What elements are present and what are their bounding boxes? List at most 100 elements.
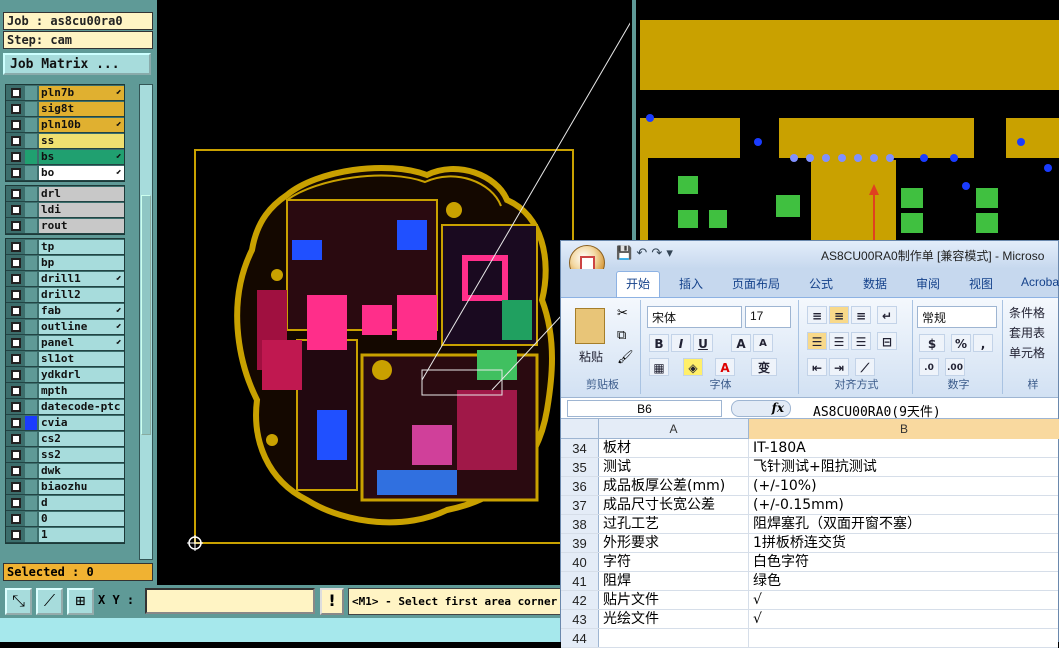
layer-label[interactable]: drill1 ⬋ <box>39 271 124 286</box>
number-format-field[interactable]: 常规 <box>917 306 997 328</box>
layer-label[interactable]: cs2 <box>39 431 124 446</box>
layer-checkbox[interactable] <box>11 513 21 524</box>
cell-b[interactable]: √ <box>749 610 1058 628</box>
font-color-icon[interactable]: A <box>715 358 735 376</box>
layer-row[interactable]: 0 <box>6 511 124 527</box>
layer-checkbox[interactable] <box>11 273 21 284</box>
decrease-indent-icon[interactable]: ⇤ <box>807 358 827 376</box>
layer-checkbox[interactable] <box>11 305 21 316</box>
layer-row[interactable]: ydkdrl <box>6 367 124 383</box>
layer-label[interactable]: datecode-ptc <box>39 399 124 414</box>
paste-icon[interactable] <box>575 308 605 344</box>
layer-row[interactable]: drill2 <box>6 287 124 303</box>
cell-a[interactable]: 测试 <box>599 458 749 476</box>
border-icon[interactable]: ▦ <box>649 358 669 376</box>
percent-icon[interactable]: % <box>951 334 971 352</box>
row-number[interactable]: 40 <box>561 553 599 571</box>
orientation-icon[interactable]: ⟋ <box>855 358 875 376</box>
align-left-icon[interactable]: ☰ <box>807 332 827 350</box>
layer-row[interactable]: ss <box>6 133 124 149</box>
layer-checkbox[interactable] <box>11 204 21 215</box>
cell-b[interactable]: (+/-10%) <box>749 477 1058 495</box>
column-b-header[interactable]: B <box>749 419 1059 439</box>
cell-a[interactable]: 字符 <box>599 553 749 571</box>
layer-label[interactable]: d <box>39 495 124 510</box>
layer-row[interactable]: d <box>6 495 124 511</box>
tab-data[interactable]: 数据 <box>863 275 887 292</box>
decrease-decimal-icon[interactable]: .00 <box>945 358 965 376</box>
layer-label[interactable]: ldi <box>39 202 124 217</box>
layer-checkbox[interactable] <box>11 289 21 300</box>
row-number[interactable]: 35 <box>561 458 599 476</box>
layer-label[interactable]: panel ⬋ <box>39 335 124 350</box>
layer-checkbox[interactable] <box>11 241 21 252</box>
layer-label[interactable]: pln7b ⬋ <box>39 85 124 100</box>
row-number[interactable]: 38 <box>561 515 599 533</box>
cell-styles-button[interactable]: 单元格 <box>1009 344 1045 361</box>
tab-page-layout[interactable]: 页面布局 <box>732 275 780 292</box>
tab-acrobat[interactable]: Acroba <box>1021 275 1059 289</box>
row-number[interactable]: 43 <box>561 610 599 628</box>
layer-label[interactable]: drill2 <box>39 287 124 302</box>
layer-checkbox[interactable] <box>11 481 21 492</box>
layer-checkbox[interactable] <box>11 401 21 412</box>
layer-checkbox[interactable] <box>11 119 21 130</box>
layer-row[interactable]: cs2 <box>6 431 124 447</box>
layer-row[interactable]: cvia <box>6 415 124 431</box>
xy-input[interactable] <box>145 588 315 614</box>
layer-label[interactable]: biaozhu <box>39 479 124 494</box>
cell-a[interactable]: 成品板厚公差(mm) <box>599 477 749 495</box>
layer-row[interactable]: rout <box>6 218 124 234</box>
name-box[interactable]: B6 <box>567 400 722 417</box>
merge-icon[interactable]: ⊟ <box>877 332 897 350</box>
fx-icon[interactable]: fx <box>731 400 791 417</box>
layer-row[interactable]: ss2 <box>6 447 124 463</box>
layer-row[interactable]: outline ⬋ <box>6 319 124 335</box>
column-a-header[interactable]: A <box>599 419 749 439</box>
layer-checkbox[interactable] <box>11 337 21 348</box>
layer-row[interactable]: pln10b ⬋ <box>6 117 124 133</box>
layer-checkbox[interactable] <box>11 417 21 428</box>
cell-a[interactable]: 成品尺寸长宽公差 <box>599 496 749 514</box>
layer-checkbox[interactable] <box>11 220 21 231</box>
cell-b[interactable]: 阻焊塞孔（双面开窗不塞） <box>749 515 1058 533</box>
layer-row[interactable]: tp <box>6 239 124 255</box>
layer-label[interactable]: 0 <box>39 511 124 526</box>
layer-checkbox[interactable] <box>11 449 21 460</box>
cell-b[interactable] <box>749 629 1058 647</box>
row-number[interactable]: 34 <box>561 439 599 457</box>
layer-checkbox[interactable] <box>11 87 21 98</box>
cell-b[interactable]: 飞针测试+阻抗测试 <box>749 458 1058 476</box>
scrollbar-thumb[interactable] <box>141 195 151 435</box>
layer-checkbox[interactable] <box>11 103 21 114</box>
cell-b[interactable]: 白色字符 <box>749 553 1058 571</box>
layer-row[interactable]: bs ⬋ <box>6 149 124 165</box>
layer-row[interactable]: drl <box>6 186 124 202</box>
layer-label[interactable]: rout <box>39 218 124 233</box>
tab-view[interactable]: 视图 <box>969 275 993 292</box>
layer-label[interactable]: ss <box>39 133 124 148</box>
cell-a[interactable]: 光绘文件 <box>599 610 749 628</box>
layer-row[interactable]: sl1ot <box>6 351 124 367</box>
layer-checkbox[interactable] <box>11 465 21 476</box>
tab-review[interactable]: 审阅 <box>916 275 940 292</box>
cell-b[interactable]: 1拼板桥连交货 <box>749 534 1058 552</box>
align-top-icon[interactable]: ≡ <box>807 306 827 324</box>
layer-row[interactable]: bp <box>6 255 124 271</box>
layer-checkbox[interactable] <box>11 167 21 178</box>
layer-checkbox[interactable] <box>11 135 21 146</box>
row-number[interactable]: 37 <box>561 496 599 514</box>
select-all[interactable] <box>561 419 599 439</box>
layer-scrollbar[interactable] <box>139 84 153 560</box>
font-size-field[interactable]: 17 <box>745 306 791 328</box>
quick-access-toolbar[interactable]: 💾 ↶ ↷ ▾ <box>616 246 673 261</box>
layer-row[interactable]: pln7b ⬋ <box>6 85 124 101</box>
layer-checkbox[interactable] <box>11 321 21 332</box>
zoom-view[interactable] <box>632 0 1059 240</box>
layer-label[interactable]: sig8t <box>39 101 124 116</box>
align-bottom-icon[interactable]: ≡ <box>851 306 871 324</box>
job-matrix-button[interactable]: Job Matrix ... <box>3 53 151 75</box>
layer-label[interactable]: bs ⬋ <box>39 149 124 164</box>
layer-checkbox[interactable] <box>11 188 21 199</box>
layer-label[interactable]: cvia <box>39 415 124 430</box>
